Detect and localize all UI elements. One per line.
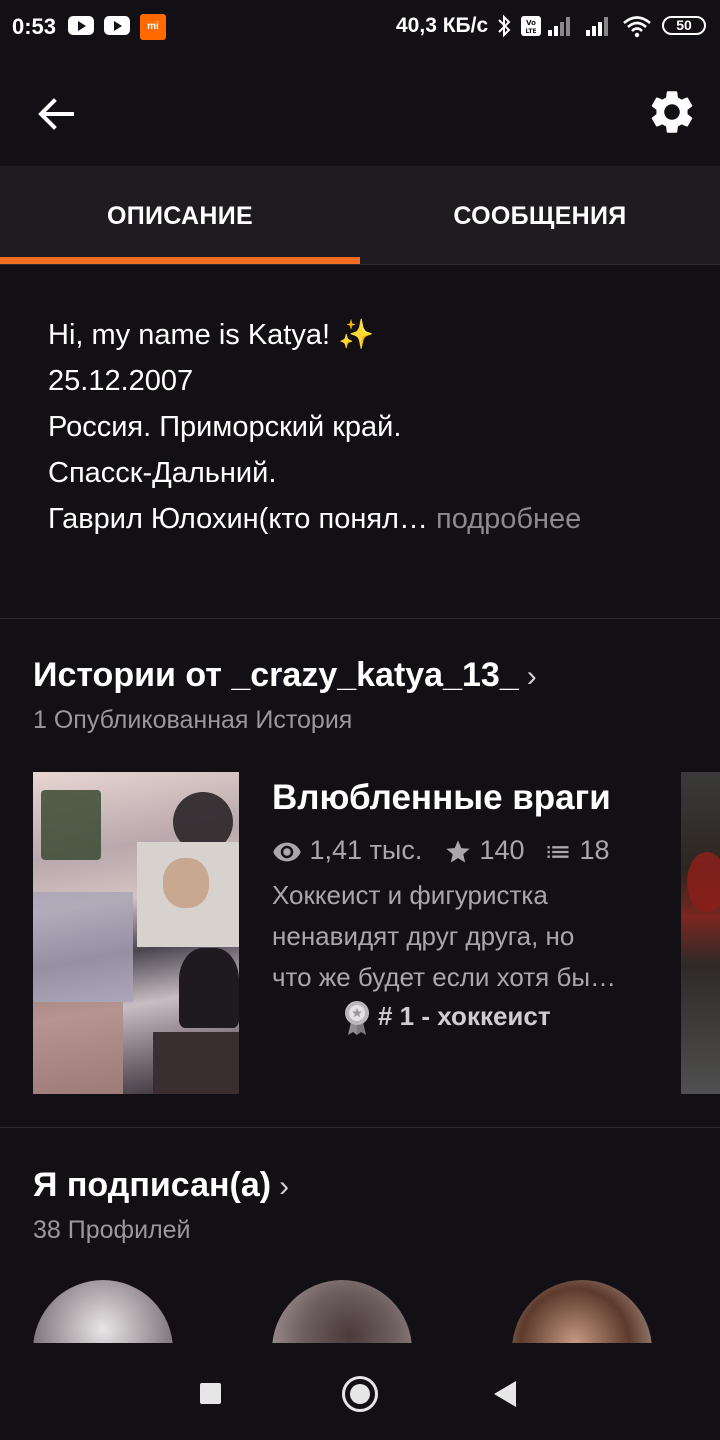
youtube-icon bbox=[68, 16, 94, 35]
votes-count: 140 bbox=[479, 835, 525, 865]
home-button[interactable] bbox=[342, 1376, 378, 1412]
description-line: Спасск-Дальний. bbox=[48, 457, 277, 489]
battery-icon: 50 bbox=[662, 16, 706, 35]
star-icon bbox=[446, 840, 470, 863]
network-speed: 40,3 КБ/с bbox=[396, 14, 489, 37]
app-bar bbox=[0, 54, 720, 166]
profile-description: Hi, my name is Katya! ✨ 25.12.2007 Росси… bbox=[48, 312, 688, 542]
read-more-link[interactable]: подробнее bbox=[436, 503, 581, 535]
wifi-icon bbox=[622, 14, 652, 43]
status-bar: 0:53 mi 40,3 КБ/с Vo LTE 50 bbox=[0, 0, 720, 54]
volte-icon: Vo LTE bbox=[520, 14, 542, 43]
parts-stat: 18 bbox=[544, 832, 610, 868]
arrow-left-icon bbox=[38, 98, 74, 130]
story-cover-image[interactable] bbox=[33, 772, 239, 1094]
following-count: 38 Профилей bbox=[33, 1216, 191, 1244]
description-line: Гаврил Юлохин(кто понял… bbox=[48, 503, 428, 535]
divider bbox=[0, 1127, 720, 1128]
profile-tabs: ОПИСАНИЕ СООБЩЕНИЯ bbox=[0, 166, 720, 265]
description-line-last: Гаврил Юлохин(кто понял… подробнее bbox=[48, 496, 688, 542]
stories-count: 1 Опубликованная История bbox=[33, 706, 353, 734]
eye-icon bbox=[273, 842, 301, 862]
description-line: 25.12.2007 bbox=[48, 365, 194, 397]
following-section-header[interactable]: Я подписан(а) › bbox=[33, 1166, 289, 1205]
list-icon bbox=[547, 846, 569, 858]
chevron-right-icon: › bbox=[279, 1170, 290, 1203]
next-story-cover-image[interactable] bbox=[681, 772, 720, 1094]
svg-text:Vo: Vo bbox=[526, 19, 536, 27]
story-description-line: Хоккеист и фигуристка bbox=[272, 880, 548, 910]
svg-text:LTE: LTE bbox=[525, 28, 536, 35]
status-time: 0:53 bbox=[12, 14, 57, 39]
settings-button[interactable] bbox=[646, 86, 698, 138]
chevron-right-icon: › bbox=[526, 660, 537, 693]
divider bbox=[0, 618, 720, 619]
description-line: Hi, my name is Katya! ✨ bbox=[48, 319, 375, 351]
tab-description[interactable]: ОПИСАНИЕ bbox=[0, 166, 360, 264]
bluetooth-icon bbox=[497, 14, 511, 43]
story-title[interactable]: Влюбленные враги bbox=[272, 778, 611, 818]
following-section-title: Я подписан(а) bbox=[33, 1166, 272, 1204]
gear-icon bbox=[651, 91, 693, 133]
stories-section-header[interactable]: Истории от _crazy_katya_13_ › bbox=[33, 656, 537, 695]
tab-messages[interactable]: СООБЩЕНИЯ bbox=[360, 166, 720, 264]
mi-app-icon: mi bbox=[140, 14, 166, 40]
system-back-button[interactable] bbox=[494, 1381, 516, 1407]
story-description-line: ненавидят друг друга, но bbox=[272, 921, 575, 951]
system-nav-bar bbox=[0, 1343, 720, 1440]
description-line: Россия. Приморский край. bbox=[48, 411, 402, 443]
stories-section-title: Истории от _crazy_katya_13_ bbox=[33, 656, 519, 694]
rank-tag-label: # 1 - хоккеист bbox=[378, 1000, 551, 1031]
story-rank-tag[interactable]: # 1 - хоккеист bbox=[342, 1000, 551, 1036]
reads-count: 1,41 тыс. bbox=[309, 835, 423, 865]
story-description: Хоккеист и фигуристка ненавидят друг дру… bbox=[272, 875, 652, 998]
recents-button[interactable] bbox=[200, 1383, 221, 1404]
signal-icon bbox=[546, 14, 574, 43]
story-description-line: что же будет если хотя бы… bbox=[272, 962, 617, 992]
signal-icon bbox=[584, 14, 612, 43]
back-button[interactable] bbox=[30, 88, 82, 140]
votes-stat: 140 bbox=[444, 832, 525, 868]
reads-stat: 1,41 тыс. bbox=[272, 832, 422, 868]
parts-count: 18 bbox=[579, 835, 610, 865]
youtube-icon bbox=[104, 16, 130, 35]
award-badge-icon bbox=[345, 1001, 369, 1035]
active-tab-indicator bbox=[0, 257, 360, 264]
